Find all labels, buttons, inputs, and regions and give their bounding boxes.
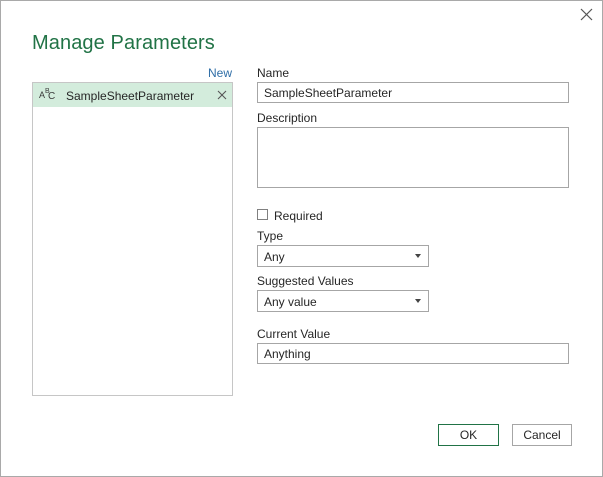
name-label: Name: [257, 66, 290, 80]
current-value-field[interactable]: [257, 343, 569, 364]
remove-parameter-icon[interactable]: [216, 89, 228, 101]
ok-button[interactable]: OK: [438, 424, 499, 446]
list-item[interactable]: ABC SampleSheetParameter: [33, 83, 232, 107]
dialog-title: Manage Parameters: [32, 32, 215, 54]
required-checkbox[interactable]: [257, 209, 268, 220]
cancel-button[interactable]: Cancel: [512, 424, 572, 446]
suggested-values-value: Any value: [264, 295, 317, 309]
suggested-values-select[interactable]: Any value: [257, 290, 429, 312]
description-label: Description: [257, 111, 318, 125]
parameters-list: ABC SampleSheetParameter: [32, 82, 233, 396]
required-label: Required: [274, 209, 323, 223]
name-field[interactable]: [257, 82, 569, 103]
manage-parameters-dialog: Manage Parameters New ABC SampleSheetPar…: [0, 0, 603, 477]
description-field[interactable]: [257, 127, 569, 188]
text-type-icon: ABC: [39, 88, 56, 102]
type-select[interactable]: Any: [257, 245, 429, 267]
suggested-values-label: Suggested Values: [257, 274, 354, 288]
parameter-name: SampleSheetParameter: [66, 89, 195, 103]
type-value: Any: [264, 250, 285, 264]
close-icon[interactable]: [578, 6, 596, 24]
type-label: Type: [257, 229, 284, 243]
current-value-label: Current Value: [257, 327, 331, 341]
new-parameter-link[interactable]: New: [208, 66, 232, 80]
chevron-down-icon: [415, 254, 421, 258]
chevron-down-icon: [415, 299, 421, 303]
